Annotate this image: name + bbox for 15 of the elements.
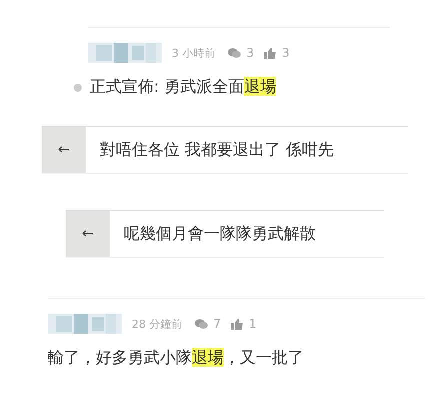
like-count: 3 — [282, 46, 290, 60]
post-time: 3 小時前 — [172, 46, 216, 60]
comment-text: 正式宣佈: 勇武派全面退場 — [90, 77, 276, 98]
comment-text: 輸了，好多勇武小隊退場，又一批了 — [48, 348, 304, 369]
reply-count: 7 — [214, 317, 222, 331]
post-time: 28 分鐘前 — [132, 316, 182, 332]
quoted-reply: 呢幾個月會一隊隊勇武解散 — [124, 224, 316, 244]
like-count: 1 — [249, 317, 257, 331]
reply-count: 3 — [246, 46, 254, 60]
thumbs-up-icon — [264, 48, 276, 58]
thumbs-up-icon — [231, 318, 244, 330]
speech-bubble-icon — [194, 318, 208, 330]
quoted-reply: 對唔住各位 我都要退出了 係咁先 — [100, 140, 334, 160]
bullet-icon — [74, 84, 82, 92]
speech-bubble-icon — [228, 48, 240, 58]
